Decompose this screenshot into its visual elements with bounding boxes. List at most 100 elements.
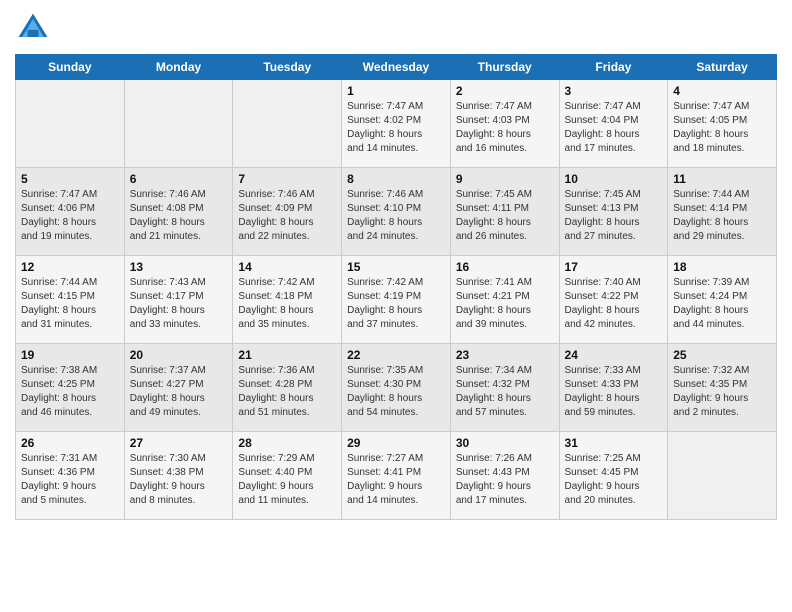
day-info: Sunrise: 7:37 AM Sunset: 4:27 PM Dayligh… — [130, 364, 228, 420]
day-number: 30 — [456, 436, 554, 450]
day-info: Sunrise: 7:47 AM Sunset: 4:04 PM Dayligh… — [565, 100, 663, 156]
day-cell: 4 Sunrise: 7:47 AM Sunset: 4:05 PM Daylig… — [668, 80, 777, 168]
day-cell: 7 Sunrise: 7:46 AM Sunset: 4:09 PM Daylig… — [233, 168, 342, 256]
day-number: 8 — [347, 172, 445, 186]
day-cell: 21Sunrise: 7:36 AM Sunset: 4:28 PM Dayli… — [233, 344, 342, 432]
week-row-4: 19 Sunrise: 7:38 AM Sunset: 4:25 PM Dayli… — [16, 344, 777, 432]
day-cell: 19 Sunrise: 7:38 AM Sunset: 4:25 PM Dayli… — [16, 344, 125, 432]
calendar-table: SundayMondayTuesdayWednesdayThursdayFrid… — [15, 54, 777, 520]
day-cell: 2Sunrise: 7:47 AM Sunset: 4:03 PM Daylig… — [450, 80, 559, 168]
header — [15, 10, 777, 46]
day-info: Sunrise: 7:46 AM Sunset: 4:08 PM Dayligh… — [130, 188, 228, 244]
day-number: 23 — [456, 348, 554, 362]
calendar-header: SundayMondayTuesdayWednesdayThursdayFrid… — [16, 55, 777, 80]
day-cell: 13Sunrise: 7:43 AM Sunset: 4:17 PM Dayli… — [124, 256, 233, 344]
day-info: Sunrise: 7:39 AM Sunset: 4:24 PM Dayligh… — [673, 276, 771, 332]
week-row-2: 5 Sunrise: 7:47 AM Sunset: 4:06 PM Daylig… — [16, 168, 777, 256]
day-cell: 23 Sunrise: 7:34 AM Sunset: 4:32 PM Dayli… — [450, 344, 559, 432]
day-cell: 31Sunrise: 7:25 AM Sunset: 4:45 PM Dayli… — [559, 432, 668, 520]
day-cell: 12 Sunrise: 7:44 AM Sunset: 4:15 PM Dayli… — [16, 256, 125, 344]
day-number: 31 — [565, 436, 663, 450]
day-number: 28 — [238, 436, 336, 450]
day-info: Sunrise: 7:42 AM Sunset: 4:18 PM Dayligh… — [238, 276, 336, 332]
day-cell: 10 Sunrise: 7:45 AM Sunset: 4:13 PM Dayli… — [559, 168, 668, 256]
day-number: 16 — [456, 260, 554, 274]
day-info: Sunrise: 7:47 AM Sunset: 4:05 PM Dayligh… — [673, 100, 771, 156]
day-info: Sunrise: 7:44 AM Sunset: 4:15 PM Dayligh… — [21, 276, 119, 332]
day-cell: 15 Sunrise: 7:42 AM Sunset: 4:19 PM Dayli… — [342, 256, 451, 344]
day-cell: 5 Sunrise: 7:47 AM Sunset: 4:06 PM Daylig… — [16, 168, 125, 256]
day-cell: 30 Sunrise: 7:26 AM Sunset: 4:43 PM Dayli… — [450, 432, 559, 520]
day-info: Sunrise: 7:46 AM Sunset: 4:10 PM Dayligh… — [347, 188, 445, 244]
day-cell: 1Sunrise: 7:47 AM Sunset: 4:02 PM Daylig… — [342, 80, 451, 168]
day-cell: 16 Sunrise: 7:41 AM Sunset: 4:21 PM Dayli… — [450, 256, 559, 344]
day-info: Sunrise: 7:40 AM Sunset: 4:22 PM Dayligh… — [565, 276, 663, 332]
day-number: 5 — [21, 172, 119, 186]
day-cell: 11Sunrise: 7:44 AM Sunset: 4:14 PM Dayli… — [668, 168, 777, 256]
day-cell — [233, 80, 342, 168]
day-cell: 14 Sunrise: 7:42 AM Sunset: 4:18 PM Dayli… — [233, 256, 342, 344]
day-info: Sunrise: 7:47 AM Sunset: 4:06 PM Dayligh… — [21, 188, 119, 244]
day-number: 15 — [347, 260, 445, 274]
day-number: 6 — [130, 172, 228, 186]
day-number: 10 — [565, 172, 663, 186]
day-cell: 17 Sunrise: 7:40 AM Sunset: 4:22 PM Dayli… — [559, 256, 668, 344]
day-number: 27 — [130, 436, 228, 450]
day-info: Sunrise: 7:26 AM Sunset: 4:43 PM Dayligh… — [456, 452, 554, 508]
day-info: Sunrise: 7:46 AM Sunset: 4:09 PM Dayligh… — [238, 188, 336, 244]
week-row-3: 12 Sunrise: 7:44 AM Sunset: 4:15 PM Dayli… — [16, 256, 777, 344]
day-info: Sunrise: 7:30 AM Sunset: 4:38 PM Dayligh… — [130, 452, 228, 508]
day-number: 19 — [21, 348, 119, 362]
calendar-body: 1Sunrise: 7:47 AM Sunset: 4:02 PM Daylig… — [16, 80, 777, 520]
day-info: Sunrise: 7:44 AM Sunset: 4:14 PM Dayligh… — [673, 188, 771, 244]
day-number: 21 — [238, 348, 336, 362]
day-number: 12 — [21, 260, 119, 274]
day-cell — [668, 432, 777, 520]
day-info: Sunrise: 7:34 AM Sunset: 4:32 PM Dayligh… — [456, 364, 554, 420]
day-number: 24 — [565, 348, 663, 362]
day-info: Sunrise: 7:45 AM Sunset: 4:13 PM Dayligh… — [565, 188, 663, 244]
day-cell: 3Sunrise: 7:47 AM Sunset: 4:04 PM Daylig… — [559, 80, 668, 168]
day-cell: 25Sunrise: 7:32 AM Sunset: 4:35 PM Dayli… — [668, 344, 777, 432]
day-info: Sunrise: 7:43 AM Sunset: 4:17 PM Dayligh… — [130, 276, 228, 332]
week-row-1: 1Sunrise: 7:47 AM Sunset: 4:02 PM Daylig… — [16, 80, 777, 168]
weekday-header-tuesday: Tuesday — [233, 55, 342, 80]
day-cell: 27 Sunrise: 7:30 AM Sunset: 4:38 PM Dayli… — [124, 432, 233, 520]
day-number: 4 — [673, 84, 771, 98]
weekday-header-thursday: Thursday — [450, 55, 559, 80]
day-cell: 8 Sunrise: 7:46 AM Sunset: 4:10 PM Daylig… — [342, 168, 451, 256]
day-info: Sunrise: 7:33 AM Sunset: 4:33 PM Dayligh… — [565, 364, 663, 420]
day-info: Sunrise: 7:31 AM Sunset: 4:36 PM Dayligh… — [21, 452, 119, 508]
day-number: 9 — [456, 172, 554, 186]
day-cell — [16, 80, 125, 168]
day-number: 1 — [347, 84, 445, 98]
day-cell: 22 Sunrise: 7:35 AM Sunset: 4:30 PM Dayli… — [342, 344, 451, 432]
day-cell: 9 Sunrise: 7:45 AM Sunset: 4:11 PM Daylig… — [450, 168, 559, 256]
day-number: 18 — [673, 260, 771, 274]
day-cell: 28Sunrise: 7:29 AM Sunset: 4:40 PM Dayli… — [233, 432, 342, 520]
day-cell: 20Sunrise: 7:37 AM Sunset: 4:27 PM Dayli… — [124, 344, 233, 432]
day-number: 26 — [21, 436, 119, 450]
day-cell: 6 Sunrise: 7:46 AM Sunset: 4:08 PM Daylig… — [124, 168, 233, 256]
weekday-header-wednesday: Wednesday — [342, 55, 451, 80]
day-number: 14 — [238, 260, 336, 274]
day-cell: 18 Sunrise: 7:39 AM Sunset: 4:24 PM Dayli… — [668, 256, 777, 344]
day-cell: 29Sunrise: 7:27 AM Sunset: 4:41 PM Dayli… — [342, 432, 451, 520]
day-info: Sunrise: 7:42 AM Sunset: 4:19 PM Dayligh… — [347, 276, 445, 332]
weekday-row: SundayMondayTuesdayWednesdayThursdayFrid… — [16, 55, 777, 80]
week-row-5: 26 Sunrise: 7:31 AM Sunset: 4:36 PM Dayli… — [16, 432, 777, 520]
day-number: 22 — [347, 348, 445, 362]
weekday-header-monday: Monday — [124, 55, 233, 80]
logo — [15, 10, 57, 46]
logo-icon — [15, 10, 51, 46]
day-cell: 26 Sunrise: 7:31 AM Sunset: 4:36 PM Dayli… — [16, 432, 125, 520]
day-number: 7 — [238, 172, 336, 186]
day-info: Sunrise: 7:41 AM Sunset: 4:21 PM Dayligh… — [456, 276, 554, 332]
page: SundayMondayTuesdayWednesdayThursdayFrid… — [0, 0, 792, 612]
day-number: 29 — [347, 436, 445, 450]
day-info: Sunrise: 7:45 AM Sunset: 4:11 PM Dayligh… — [456, 188, 554, 244]
day-info: Sunrise: 7:35 AM Sunset: 4:30 PM Dayligh… — [347, 364, 445, 420]
day-info: Sunrise: 7:38 AM Sunset: 4:25 PM Dayligh… — [21, 364, 119, 420]
day-cell — [124, 80, 233, 168]
day-number: 17 — [565, 260, 663, 274]
